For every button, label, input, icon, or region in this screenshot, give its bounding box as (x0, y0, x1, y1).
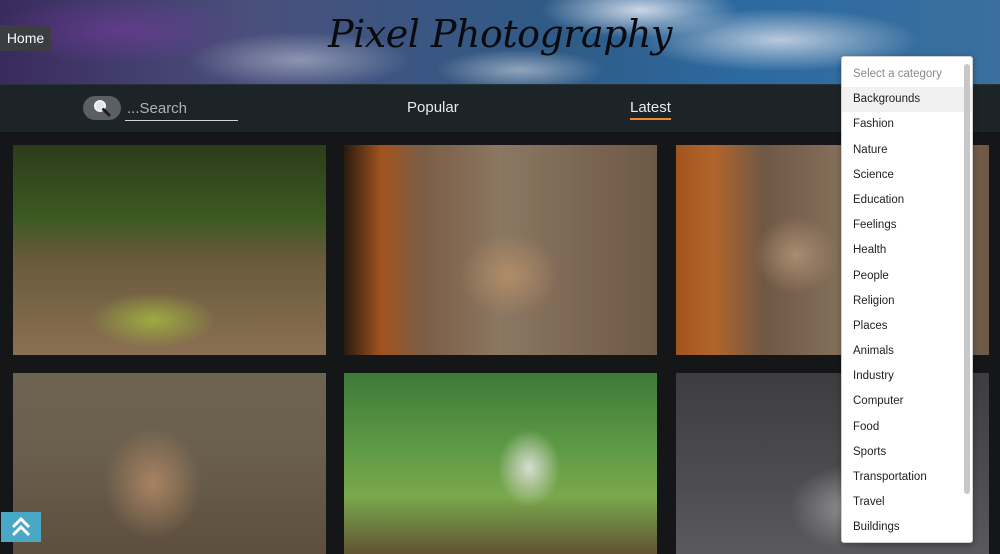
photo-deer-in-forest[interactable] (13, 145, 326, 355)
category-dropdown[interactable]: Select a category Backgrounds Fashion Na… (841, 56, 973, 543)
photo-white-horse-in-field[interactable] (344, 373, 657, 554)
category-option[interactable]: Science (842, 163, 972, 188)
category-option[interactable]: Transportation (842, 465, 972, 490)
category-option[interactable]: Feelings (842, 213, 972, 238)
search-icon (94, 100, 111, 117)
double-chevron-up-icon (11, 516, 31, 537)
category-option[interactable]: Industry (842, 364, 972, 389)
category-option[interactable]: People (842, 264, 972, 289)
search-button[interactable] (83, 96, 121, 120)
category-option[interactable]: Backgrounds (842, 87, 972, 113)
category-option[interactable]: Animals (842, 339, 972, 364)
tab-popular[interactable]: Popular (407, 99, 459, 116)
site-title: Pixel Photography (328, 12, 672, 56)
category-option[interactable]: Fashion (842, 112, 972, 137)
category-option[interactable]: Travel (842, 490, 972, 515)
photo-fawn-with-hand[interactable] (13, 373, 326, 554)
page: Home Pixel Photography Popular Latest Se… (0, 0, 1000, 554)
search-input[interactable] (125, 97, 238, 121)
category-placeholder: Select a category (853, 68, 942, 80)
category-option[interactable]: Education (842, 188, 972, 213)
category-option[interactable]: Health (842, 238, 972, 263)
tab-latest[interactable]: Latest (630, 99, 671, 120)
category-option[interactable]: Food (842, 415, 972, 440)
category-option[interactable]: Computer (842, 389, 972, 414)
photo-deer-feeding-by-fence[interactable] (344, 145, 657, 355)
scroll-to-top-button[interactable] (1, 512, 41, 542)
dropdown-scrollbar[interactable] (964, 64, 970, 494)
category-option[interactable]: Places (842, 314, 972, 339)
category-option[interactable]: Nature (842, 138, 972, 163)
category-option[interactable]: Religion (842, 289, 972, 314)
category-option[interactable]: Sports (842, 440, 972, 465)
category-option[interactable]: Buildings (842, 515, 972, 540)
